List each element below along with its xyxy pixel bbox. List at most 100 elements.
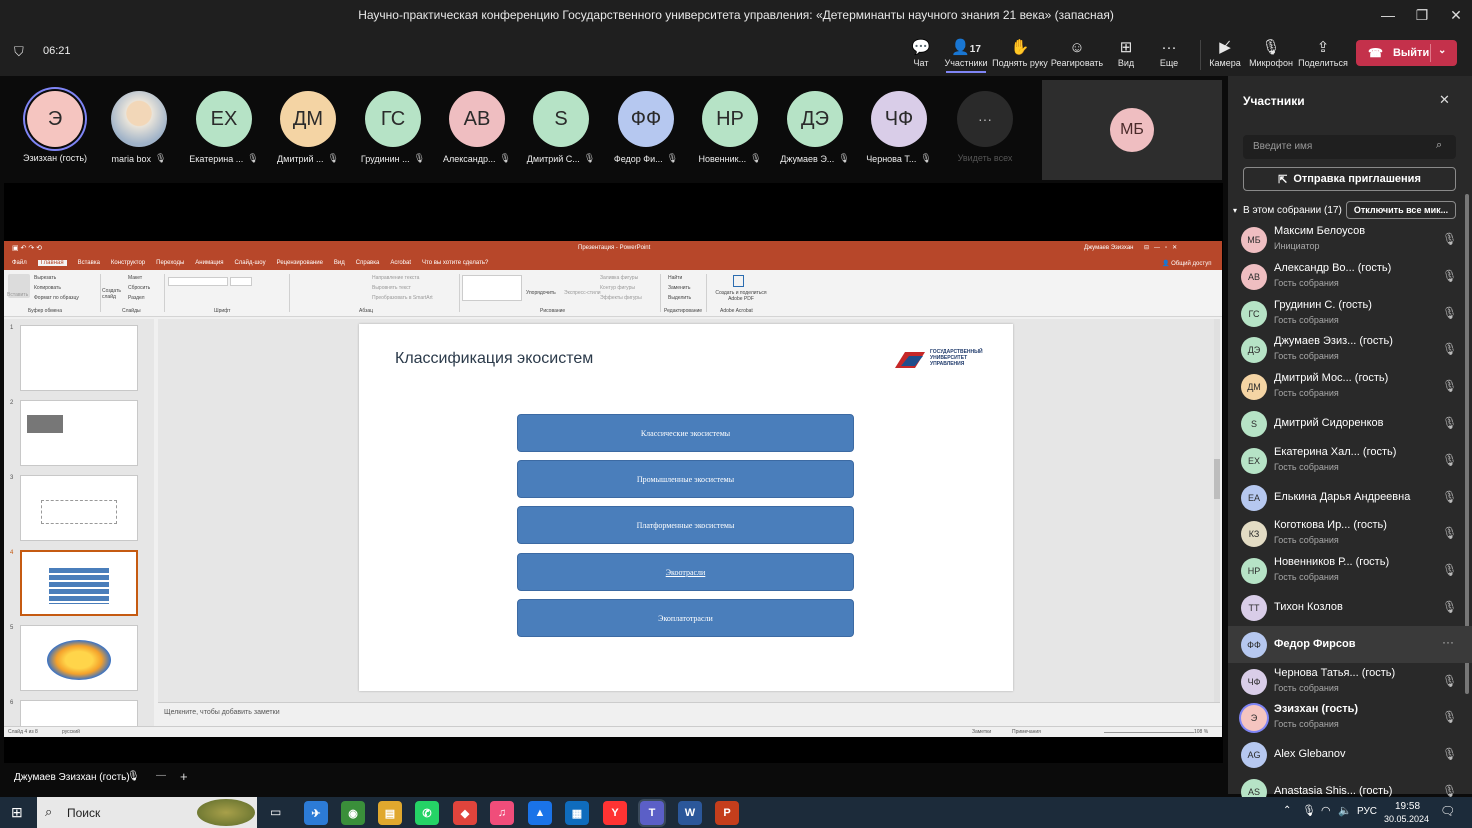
participant-row[interactable]: ЕХ Екатерина Хал... (гость) Гость собрания… xyxy=(1228,442,1472,479)
comments-toggle[interactable]: Примечания xyxy=(1012,729,1041,735)
strip-participant[interactable]: ФФ Федор Фи... 🎙 xyxy=(606,91,686,164)
format-painter-button[interactable]: Формат по образцу xyxy=(34,295,79,301)
more-options-icon[interactable]: ··· xyxy=(1442,635,1454,649)
participant-row[interactable]: МБ Максим Белоусов Инициатор 🎙 xyxy=(1228,221,1472,258)
participant-row[interactable]: КЗ Коготкова Ир... (гость) Гость собрания 🎙 xyxy=(1228,515,1472,552)
smartart-button[interactable]: Преобразовать в SmartArt xyxy=(372,295,433,301)
raise-hand-button[interactable]: ✋ Поднять руку xyxy=(992,38,1048,68)
slide-thumbnail[interactable] xyxy=(20,700,138,727)
mute-all-button[interactable]: Отключить все мик... xyxy=(1346,201,1456,219)
ppt-tab[interactable]: Вид xyxy=(334,260,345,266)
participant-row[interactable]: ТТ Тихон Козлов 🎙 xyxy=(1228,589,1472,626)
ppt-tab[interactable]: Acrobat xyxy=(390,260,411,266)
participant-row[interactable]: ДЭ Джумаев Эзиз... (гость) Гость собрания 🎙 xyxy=(1228,331,1472,368)
shape-outline-button[interactable]: Контур фигуры xyxy=(600,285,635,291)
participant-row[interactable]: ЧФ Чернова Татья... (гость) Гость собрания… xyxy=(1228,663,1472,700)
participant-row[interactable]: ЕА Елькина Дарья Андреевна 🎙 xyxy=(1228,479,1472,516)
chevron-down-icon[interactable]: ⌄ xyxy=(1438,45,1446,56)
participant-row[interactable]: ГС Грудинин С. (гость) Гость собрания 🎙 xyxy=(1228,295,1472,332)
store-icon[interactable]: ▦ xyxy=(565,801,589,825)
select-button[interactable]: Выделить xyxy=(668,295,691,301)
strip-participant[interactable]: maria box 🎙 xyxy=(99,91,179,164)
participant-row[interactable]: AG Alex Glebanov 🎙 xyxy=(1228,736,1472,773)
clock-date[interactable]: 30.05.2024 xyxy=(1384,814,1429,824)
itunes-icon[interactable]: ♫ xyxy=(490,801,514,825)
layout-button[interactable]: Макет xyxy=(128,275,142,281)
view-button[interactable]: ⊞ Вид xyxy=(1112,38,1140,68)
strip-participant[interactable]: АВ Александр... 🎙 xyxy=(437,91,517,164)
slide-thumbnail[interactable] xyxy=(20,400,138,466)
strip-participant[interactable]: ГС Грудинин ... 🎙 xyxy=(353,91,433,164)
language-indicator[interactable]: русский xyxy=(62,729,80,735)
ppt-tab[interactable]: Переходы xyxy=(156,260,184,266)
share-button[interactable]: ⇪ Поделиться xyxy=(1298,38,1348,68)
tray-chevron-icon[interactable]: ⌃ xyxy=(1283,805,1291,816)
chat-button[interactable]: 💬 Чат xyxy=(906,38,936,68)
ppt-tab[interactable]: Файл xyxy=(12,260,27,266)
language-indicator[interactable]: РУС xyxy=(1357,806,1377,817)
cut-button[interactable]: Вырезать xyxy=(34,275,56,281)
strip-participant[interactable]: ДЭ Джумаев Э... 🎙 xyxy=(775,91,855,164)
invite-button[interactable]: ⇱ Отправка приглашения xyxy=(1243,167,1456,191)
notes-toggle[interactable]: Заметки xyxy=(972,729,991,735)
see-all-button[interactable]: ··· xyxy=(957,91,1013,147)
powerpoint-icon[interactable]: P xyxy=(715,801,739,825)
yandex-icon[interactable]: Y xyxy=(603,801,627,825)
participants-button[interactable]: 👤17 Участники xyxy=(944,38,988,73)
participant-row[interactable]: АВ Александр Во... (гость) Гость собрания 🎙 xyxy=(1228,258,1472,295)
notifications-icon[interactable]: 🗨 xyxy=(1440,804,1455,818)
participant-row[interactable]: S Дмитрий Сидоренков 🎙 xyxy=(1228,405,1472,442)
wifi-icon[interactable]: ◠ xyxy=(1321,804,1331,817)
arrange-button[interactable]: Упорядочить xyxy=(526,290,556,296)
word-icon[interactable]: W xyxy=(678,801,702,825)
shape-effects-button[interactable]: Эффекты фигуры xyxy=(600,295,642,301)
ppt-tab[interactable]: Что вы хотите сделать? xyxy=(422,260,488,266)
strip-participant[interactable]: Э Эзизхан (гость) xyxy=(15,91,95,163)
react-button[interactable]: ☺ Реагировать xyxy=(1051,38,1103,68)
close-icon[interactable]: ✕ xyxy=(1439,92,1450,108)
ppt-tab[interactable]: Конструктор xyxy=(111,260,145,266)
ppt-tab[interactable]: Слайд-шоу xyxy=(234,260,265,266)
ppt-window-controls[interactable]: ⊟ — ▫ ✕ xyxy=(1144,244,1177,251)
section-button[interactable]: Раздел xyxy=(128,295,145,301)
slide-scrollbar[interactable] xyxy=(1214,319,1220,702)
slide-thumbnail[interactable] xyxy=(20,625,138,691)
file-explorer-icon[interactable]: ▤ xyxy=(378,801,402,825)
chevron-down-icon[interactable]: ▾ xyxy=(1233,206,1237,215)
participant-row[interactable]: ФФ Федор Фирсов ··· xyxy=(1228,625,1472,663)
new-slide-button[interactable]: Создать слайд xyxy=(102,288,126,300)
ppt-tab[interactable]: Главная xyxy=(37,260,67,266)
mic-button[interactable]: 🎙 Микрофон xyxy=(1248,38,1294,68)
quick-styles-button[interactable]: Экспресс-стили xyxy=(564,290,601,296)
taskbar-search[interactable]: ⌕ Поиск xyxy=(37,797,257,828)
ppt-tab[interactable]: Анимация xyxy=(195,260,223,266)
google-drive-icon[interactable]: ▲ xyxy=(528,801,552,825)
telegram-icon[interactable]: ✈ xyxy=(304,801,328,825)
shape-fill-button[interactable]: Заливка фигуры xyxy=(600,275,638,281)
task-view-icon[interactable]: ▭ xyxy=(270,805,281,819)
ppt-tab[interactable]: Вставка xyxy=(78,260,100,266)
replace-button[interactable]: Заменить xyxy=(668,285,690,291)
paste-button[interactable]: Вставить xyxy=(7,292,28,298)
more-button[interactable]: ··· Еще xyxy=(1155,38,1183,68)
notes-pane[interactable]: Щелкните, чтобы добавить заметки xyxy=(158,702,1220,726)
shapes-gallery[interactable] xyxy=(462,275,522,301)
minimize-icon[interactable]: — xyxy=(1372,0,1404,30)
tray-mic-icon[interactable]: 🎙 xyxy=(1302,804,1316,817)
chrome-icon[interactable]: ◉ xyxy=(341,801,365,825)
add-icon[interactable]: + xyxy=(180,769,188,784)
participant-row[interactable]: НР Новенников Р... (гость) Гость собрания 🎙 xyxy=(1228,552,1472,589)
search-field[interactable]: Введите имя ⌕ xyxy=(1243,135,1456,159)
restore-icon[interactable]: ❐ xyxy=(1406,0,1438,30)
participant-row[interactable]: ДМ Дмитрий Мос... (гость) Гость собрания 🎙 xyxy=(1228,368,1472,405)
section-header[interactable]: В этом собрании (17) xyxy=(1243,205,1342,216)
strip-participant[interactable]: ДМ Дмитрий ... 🎙 xyxy=(268,91,348,164)
strip-participant[interactable]: S Дмитрий С... 🎙 xyxy=(521,91,601,164)
slide-thumbnail[interactable] xyxy=(20,475,138,541)
volume-icon[interactable]: 🔈 xyxy=(1338,804,1352,817)
camera-button[interactable]: ▶̸ Камера xyxy=(1208,38,1242,68)
align-text-button[interactable]: Выровнять текст xyxy=(372,285,411,291)
strip-participant[interactable]: ЕХ Екатерина ... 🎙 xyxy=(184,91,264,164)
text-direction-button[interactable]: Направление текста xyxy=(372,275,419,281)
teams-icon[interactable]: T xyxy=(640,801,664,825)
